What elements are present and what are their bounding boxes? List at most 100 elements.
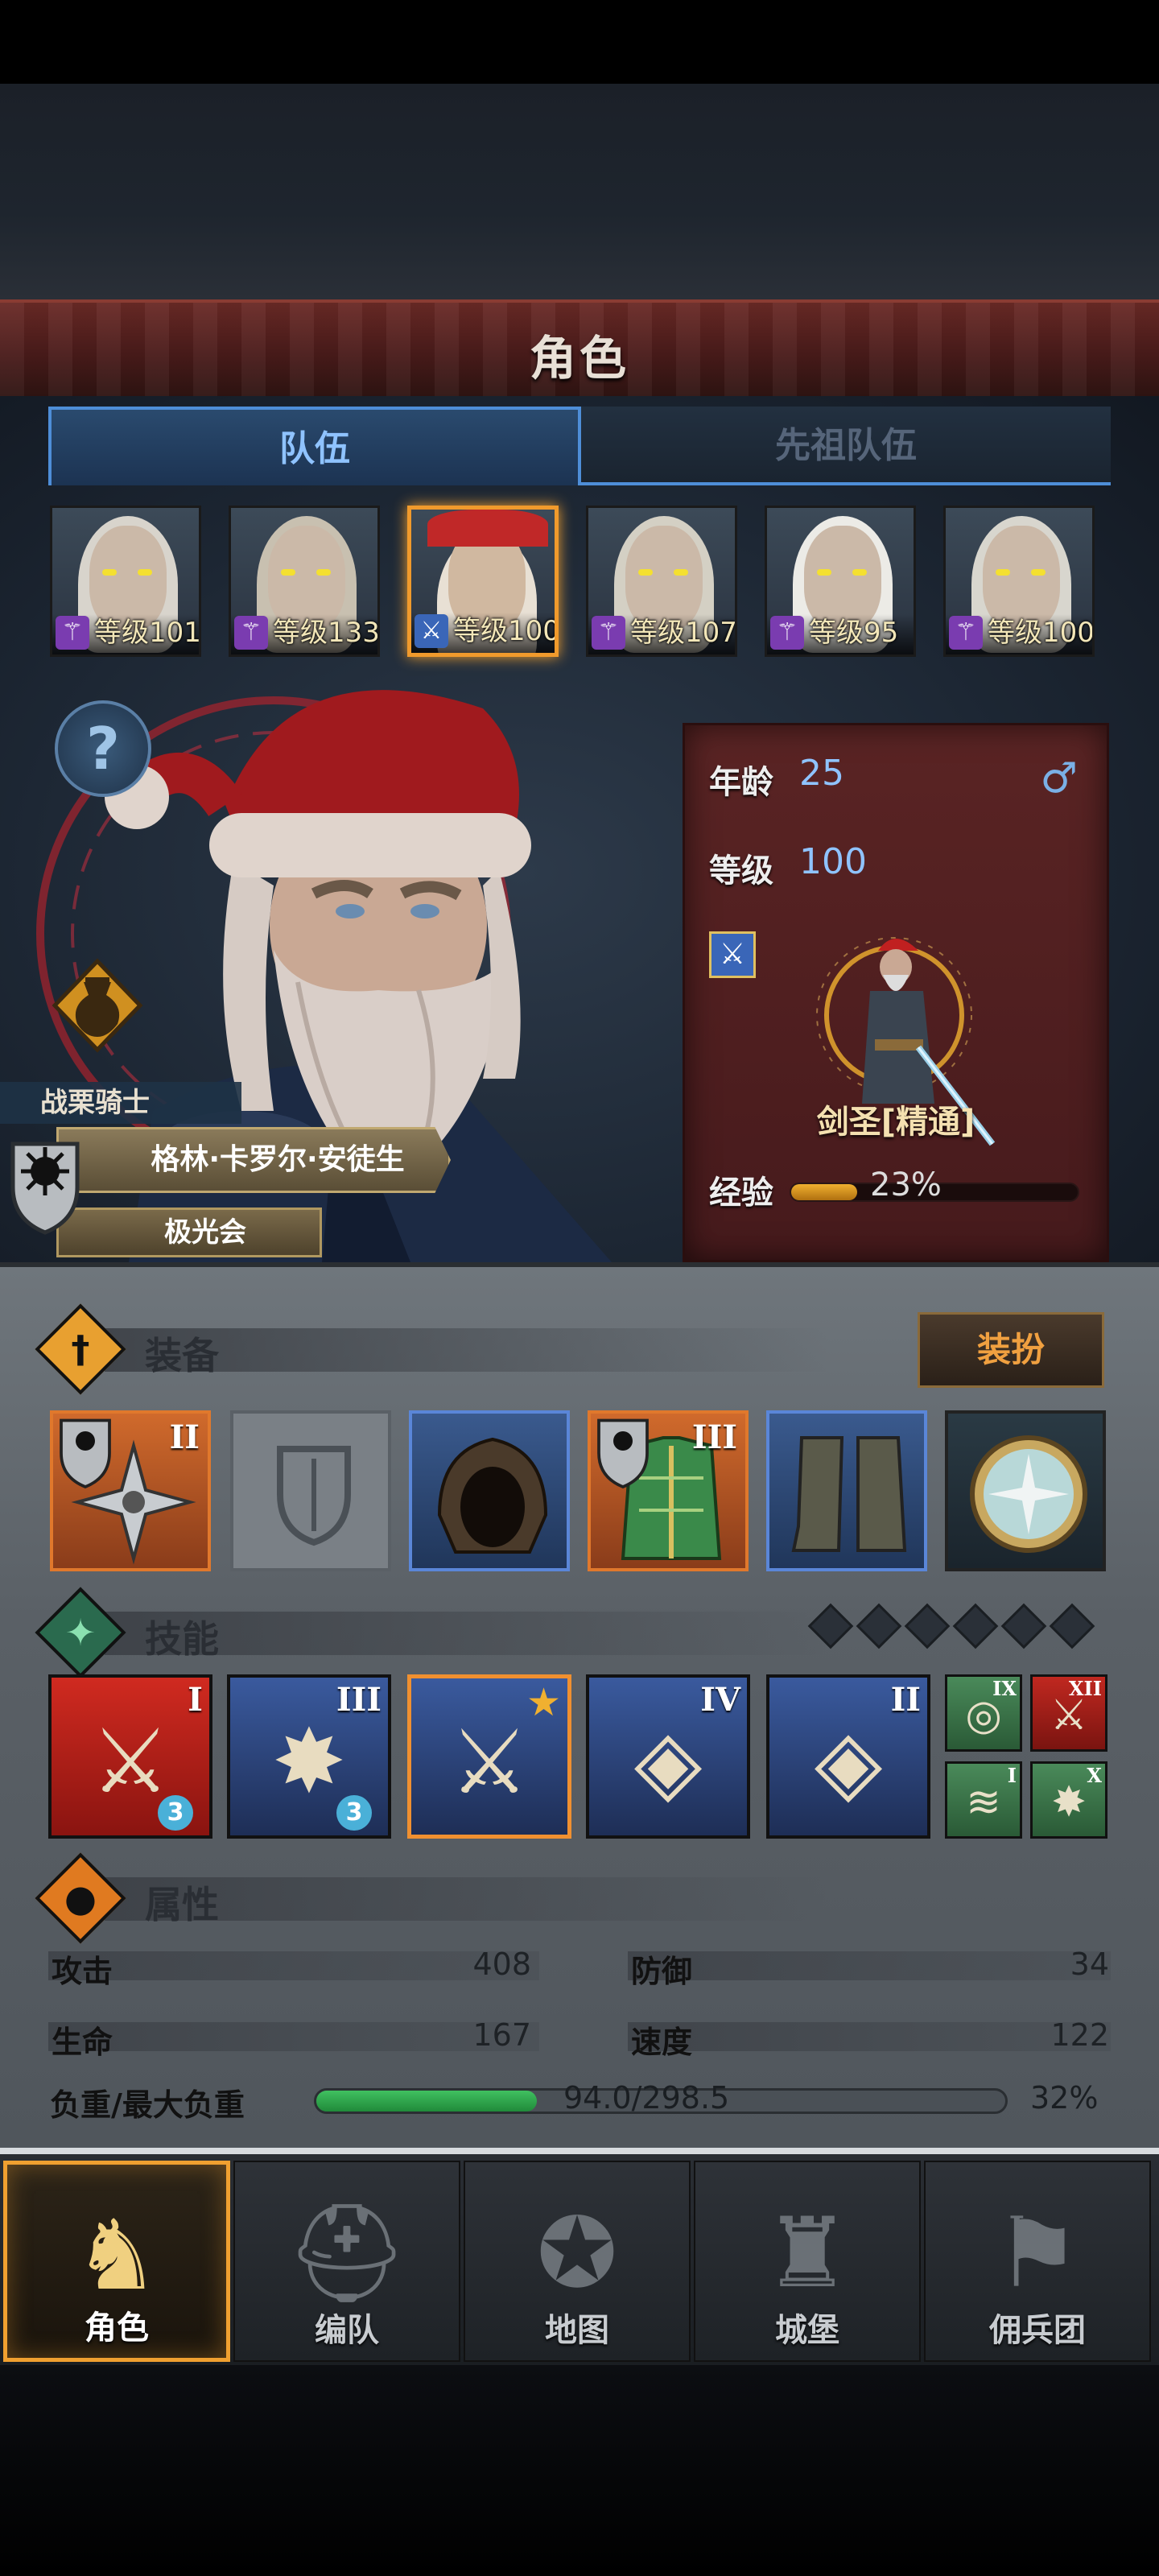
staff-icon: ⚚: [770, 616, 804, 650]
exp-bar-fill: [791, 1184, 857, 1200]
equip-slot-offhand-empty[interactable]: [230, 1410, 391, 1571]
nav-label: 佣兵团: [989, 2312, 1086, 2349]
nav-castle[interactable]: ♜ 城堡: [694, 2161, 921, 2362]
knight-icon: ♞: [73, 2200, 160, 2312]
passive-skill-1[interactable]: ◎ IX: [945, 1674, 1022, 1752]
nav-label: 角色: [85, 2310, 149, 2347]
skill-slot-5[interactable]: ◈ II: [766, 1674, 930, 1839]
passive-skill-2[interactable]: ⚔ XII: [1030, 1674, 1107, 1752]
roster-level: 等级107: [630, 617, 737, 649]
gem-icon: [807, 1603, 854, 1649]
attr-attack-row: 攻击 408: [48, 1942, 539, 1989]
equip-tier: II: [169, 1418, 200, 1456]
nav-character[interactable]: ♞ 角色: [3, 2161, 230, 2362]
skill-strike-icon: ⚔: [90, 1710, 171, 1813]
equip-slot-weapon[interactable]: II: [50, 1410, 211, 1571]
drop-icon: ●: [64, 1876, 97, 1920]
equip-tier: III: [691, 1418, 737, 1456]
load-bar-fill: [316, 2091, 537, 2112]
skill-charge-count: 3: [158, 1795, 193, 1831]
level-label: 等级: [709, 852, 773, 890]
skill-tier: II: [890, 1681, 921, 1719]
age-value: 25: [799, 753, 844, 794]
skill-slot-3[interactable]: ⚔ ★: [407, 1674, 571, 1839]
title-banner: 角色: [0, 299, 1159, 396]
empty-shield-icon: [277, 1446, 351, 1546]
dress-up-button[interactable]: 装扮: [918, 1312, 1104, 1388]
speed-value: 122: [1050, 2017, 1109, 2053]
help-button[interactable]: ?: [55, 700, 151, 797]
staff-icon: ⚚: [592, 616, 625, 650]
skill-tier: IV: [700, 1681, 740, 1719]
dagger-icon: †: [71, 1327, 90, 1371]
attributes-title: 属性: [145, 1883, 219, 1926]
staff-icon: ⚚: [234, 616, 268, 650]
roster-portrait-1[interactable]: ⚚ 等级101: [50, 506, 201, 657]
gem-icon: [1049, 1603, 1095, 1649]
speed-label: 速度: [631, 2025, 693, 2060]
skill-tier: I: [188, 1681, 203, 1719]
nav-label: 城堡: [775, 2312, 839, 2349]
roster-portrait-5[interactable]: ⚚ 等级95: [765, 506, 916, 657]
skill-tier: XII: [1068, 1677, 1102, 1700]
hero-guild-plate: 极光会: [56, 1208, 322, 1257]
nav-label: 地图: [545, 2312, 609, 2349]
equip-slot-armor[interactable]: III: [588, 1410, 749, 1571]
gem-icon: [904, 1603, 951, 1649]
guild-shield-icon[interactable]: [8, 1139, 82, 1236]
roster-portrait-6[interactable]: ⚚ 等级100: [943, 506, 1095, 657]
defense-label: 防御: [631, 1954, 693, 1989]
nav-label: 编队: [315, 2312, 379, 2349]
swordsman-class-icon: ⚔: [709, 931, 756, 978]
equip-slot-boots[interactable]: [766, 1410, 927, 1571]
roster-portrait-4[interactable]: ⚚ 等级107: [586, 506, 737, 657]
hero-title-tag: 战栗骑士: [0, 1082, 241, 1124]
load-percent: 32%: [1030, 2080, 1099, 2116]
skill-slot-4[interactable]: ◈ IV: [586, 1674, 750, 1839]
tab-team[interactable]: 队伍: [48, 407, 581, 485]
sword-icon: ⚔: [415, 614, 448, 648]
potion-icon[interactable]: [50, 958, 145, 1053]
page-title: 角色: [529, 331, 629, 386]
male-gender-icon: ♂: [1040, 754, 1078, 803]
equip-slot-head[interactable]: [409, 1410, 570, 1571]
skill-crystal-icon: ◈: [814, 1710, 883, 1813]
skill-point-gems: [807, 1603, 1104, 1655]
nav-formation[interactable]: ⛑ 编队: [233, 2161, 460, 2362]
star-icon: ★: [526, 1680, 561, 1725]
boots-icon: [791, 1436, 907, 1552]
skill-tier: X: [1087, 1764, 1102, 1787]
star-icon: ✦: [64, 1611, 97, 1654]
attack-label: 攻击: [52, 1954, 113, 1989]
helmet-icon: ⛑: [285, 2198, 409, 2310]
load-label: 负重/最大负重: [50, 2087, 245, 2123]
nav-mercenaries[interactable]: ⚑ 佣兵团: [924, 2161, 1151, 2362]
guild-crest-icon: [597, 1418, 649, 1489]
equip-slot-accessory[interactable]: [945, 1410, 1106, 1571]
skill-slot-2[interactable]: ✸ III 3: [227, 1674, 391, 1839]
hp-label: 生命: [52, 2025, 113, 2060]
attr-hp-row: 生命 167: [48, 2013, 539, 2060]
exp-percent: 23%: [870, 1166, 942, 1203]
age-label: 年龄: [709, 764, 773, 801]
staff-icon: ⚚: [949, 616, 983, 650]
skill-slash-icon: ⚔: [449, 1711, 530, 1814]
roster-portrait-2[interactable]: ⚚ 等级133: [229, 506, 380, 657]
skill-tier: IX: [992, 1677, 1017, 1700]
skill-crystal-icon: ◈: [633, 1710, 703, 1813]
guild-crest-icon: [60, 1418, 111, 1489]
roster-portrait-3[interactable]: ⚔ 等级100: [407, 506, 559, 657]
passive-skill-4[interactable]: ✸ X: [1030, 1761, 1107, 1839]
defense-value: 34: [1070, 1946, 1109, 1982]
skill-slot-1[interactable]: ⚔ I 3: [48, 1674, 212, 1839]
gem-icon: [1000, 1603, 1047, 1649]
skills-title: 技能: [145, 1617, 219, 1661]
bottom-backdrop: [0, 2365, 1159, 2576]
roster-level: 等级100: [988, 617, 1095, 649]
passive-skill-3[interactable]: ≋ I: [945, 1761, 1022, 1839]
tab-ancestor-team[interactable]: 先祖队伍: [581, 407, 1111, 485]
nav-map[interactable]: ✪ 地图: [464, 2161, 691, 2362]
top-backdrop: [0, 84, 1159, 299]
attr-speed-row: 速度 122: [628, 2013, 1111, 2060]
hero-name-plate: 格林·卡罗尔·安徒生: [56, 1127, 451, 1193]
